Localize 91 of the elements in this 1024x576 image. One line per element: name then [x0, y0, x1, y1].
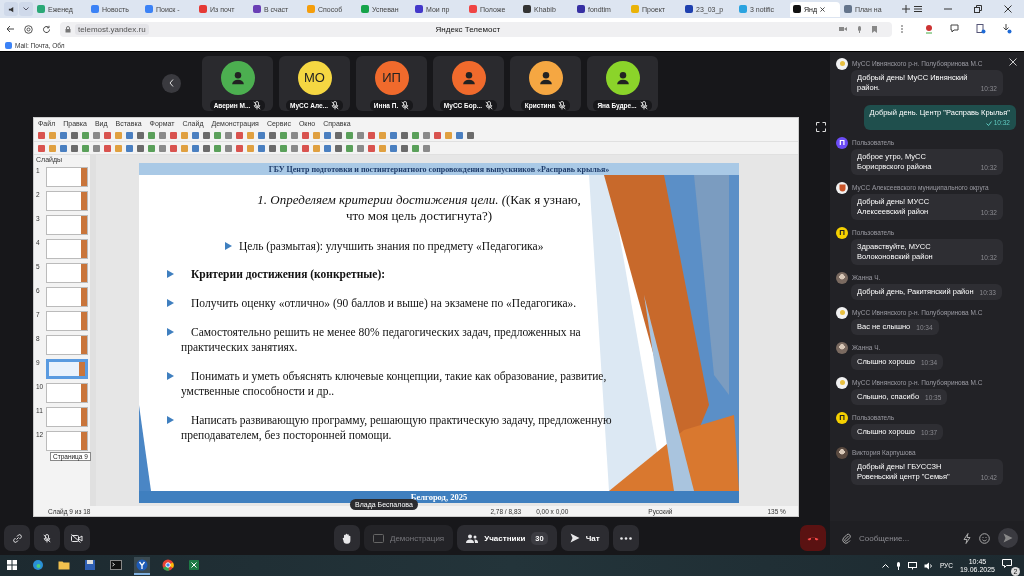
bullet-text: Критерии достижения (конкретные): — [190, 266, 387, 282]
download-icon[interactable] — [1002, 24, 1012, 34]
lightning-icon[interactable] — [963, 532, 971, 544]
avatar: П — [836, 411, 848, 424]
camera-off-icon — [71, 533, 83, 543]
close-icon[interactable] — [1004, 5, 1012, 13]
new-tab-icon[interactable] — [902, 5, 910, 13]
network-icon[interactable] — [907, 561, 917, 570]
emoji-icon[interactable] — [979, 532, 990, 544]
address-bar[interactable]: telemost.yandex.ru Яндекс Телемост — [60, 21, 892, 37]
slide-thumbnail[interactable] — [45, 287, 88, 307]
slide-thumbnail[interactable] — [45, 431, 88, 451]
restore-icon[interactable] — [974, 5, 982, 13]
spreadsheet-icon — [188, 558, 200, 571]
slide-thumbnail[interactable] — [45, 359, 88, 379]
slide-thumbnail[interactable] — [45, 239, 88, 259]
phone-hangup-icon — [807, 535, 819, 541]
microphone-button[interactable] — [34, 525, 60, 551]
fullscreen-icon[interactable] — [816, 122, 826, 132]
speaker-button[interactable] — [4, 2, 18, 16]
slide-thumbnail[interactable] — [45, 167, 88, 187]
more-icon — [619, 536, 632, 540]
bullet-text: Самостоятельно решить не менее 80% педагогических задач, предложенных на практических занятиях. — [181, 324, 582, 355]
avatar: П — [836, 136, 848, 149]
bookmark-icon[interactable] — [872, 25, 877, 33]
screen-share-icon — [373, 533, 384, 543]
slide-thumbnail[interactable] — [45, 263, 88, 283]
browser-icon — [136, 558, 148, 571]
slide-header: ГБУ Центр подготовки и постинтернатного сопровождения выпускников «Расправь крылья» — [139, 163, 739, 175]
page-title: Яндекс Телемост — [435, 24, 501, 34]
send-icon — [1003, 533, 1013, 543]
avatar: П — [836, 226, 848, 239]
bullet-icon — [167, 298, 174, 307]
taskbar-app[interactable] — [134, 556, 150, 575]
shield-icon[interactable] — [24, 24, 33, 34]
raise-hand-button[interactable] — [334, 525, 360, 551]
back-icon[interactable] — [6, 25, 15, 33]
microphone-icon — [857, 25, 862, 33]
chat-button[interactable]: Чат — [560, 525, 609, 551]
windows-icon — [7, 559, 17, 570]
avatar-initials: ИП — [382, 70, 401, 85]
lock-icon — [65, 25, 71, 33]
bullet-text: Понимать и уметь объяснять ключевые концепции, такие как образование, развитие, умственные способности и др.. — [181, 368, 608, 399]
bullet-icon — [167, 415, 174, 424]
speaker-icon — [7, 5, 15, 13]
check-icon — [985, 120, 992, 126]
microphone-icon[interactable] — [895, 561, 901, 570]
bullet-icon — [225, 241, 232, 250]
url-text[interactable]: telemost.yandex.ru — [75, 23, 149, 35]
document-icon[interactable] — [976, 24, 986, 34]
reload-icon[interactable] — [42, 24, 51, 34]
bullet-icon — [167, 327, 174, 336]
bullet-icon — [167, 269, 174, 278]
browser-icon — [162, 558, 174, 571]
notification-icon — [1002, 558, 1012, 568]
back-button[interactable] — [162, 73, 181, 93]
chevron-left-icon — [169, 79, 174, 87]
bullet-text: Написать развивающую программу, решающую практическую задачу, предложенную преподавателем, без посторонней помощи. — [181, 412, 613, 443]
slide-thumbnail[interactable] — [45, 311, 88, 331]
paperclip-icon[interactable] — [842, 532, 851, 544]
slide-thumbnail[interactable] — [45, 335, 88, 355]
chat-icon[interactable] — [950, 24, 960, 34]
slide-thumbnail[interactable] — [45, 383, 88, 403]
people-icon — [466, 533, 479, 543]
speaker-icon[interactable] — [923, 561, 933, 570]
link-button[interactable] — [4, 525, 30, 551]
more-button[interactable] — [612, 525, 639, 551]
send-icon — [569, 533, 580, 543]
slide-thumbnail[interactable] — [45, 191, 88, 211]
bullet-icon — [167, 371, 174, 380]
chevron-down-icon — [23, 7, 29, 11]
hand-icon — [342, 532, 352, 544]
close-icon[interactable] — [820, 6, 825, 12]
browser-icon — [32, 558, 44, 571]
slide-footer: Белгород, 2025 — [139, 491, 739, 503]
terminal-icon — [110, 558, 122, 571]
slide-thumbnail[interactable] — [45, 407, 88, 427]
camera-icon — [839, 25, 847, 32]
end-call-button[interactable] — [800, 525, 826, 551]
link-icon — [11, 532, 23, 544]
chevron-up-icon[interactable] — [881, 563, 889, 568]
avatar-initials: МО — [304, 70, 325, 85]
mic-off-icon — [43, 533, 51, 543]
send-button[interactable] — [998, 528, 1018, 548]
bullet-text: Цель (размытая): улучшить знания по предмету «Педагогика» — [239, 238, 545, 254]
menu-icon[interactable] — [914, 6, 922, 12]
bullet-text: Получить оценку «отлично» (90 баллов и выше) на экзамене по «Педагогика». — [190, 295, 578, 311]
camera-button[interactable] — [64, 525, 90, 551]
slide-thumbnail[interactable] — [45, 215, 88, 235]
slide-title: 1. Определяем критерии достижения цели. ((Как я узнаю, что моя цель достигнута?) — [256, 192, 582, 225]
message-input[interactable]: Сообщение... — [859, 533, 955, 543]
